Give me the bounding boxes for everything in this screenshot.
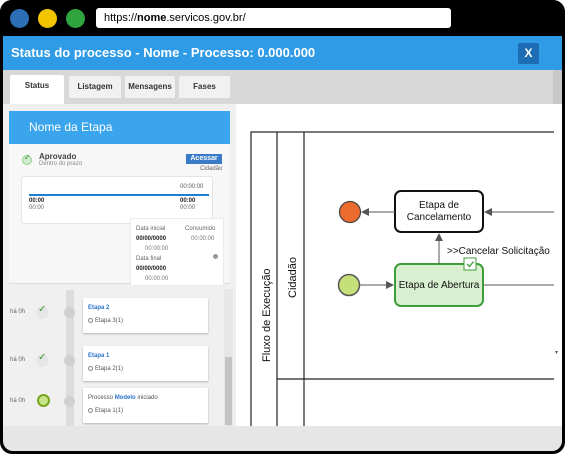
history-title-prefix: Processo <box>88 395 115 401</box>
browser-chrome: https://nome.servicos.gov.br/ <box>0 0 565 36</box>
history-list: há 0h Etapa 2 Etapa 3(1) há 0h Etapa 1 E… <box>3 286 236 426</box>
done-check-icon <box>36 352 49 367</box>
timeline-right-sub: 00:00 <box>180 205 196 211</box>
history-title-model: Modelo <box>114 395 136 401</box>
end-date-value: 00/00/0000 <box>136 266 167 272</box>
tabbar-scrollbar[interactable] <box>553 70 562 104</box>
timeline-box: 00:00:00 00:00 00:00 00:00 00:00 <box>21 176 213 224</box>
radio-icon <box>88 318 93 323</box>
tab-mensagens[interactable]: Mensagens <box>125 76 175 98</box>
modal-header: Status do processo - Nome - Processo: 0.… <box>3 36 562 70</box>
process-diagram: Fluxo de Execução Cidadão Etapa de Cance… <box>250 131 558 426</box>
history-title-suffix: iniciado <box>135 395 158 401</box>
task-cancel-line1: Etapa de <box>419 200 459 211</box>
url-domain: nome <box>137 12 167 24</box>
history-node <box>64 307 75 318</box>
pool-label: Fluxo de Execução <box>261 268 273 362</box>
window-maximize-dot[interactable] <box>66 9 85 28</box>
current-stage-icon <box>37 394 50 407</box>
history-time: há 0h <box>10 357 26 363</box>
status-detail: Dentro do prazo <box>39 161 83 167</box>
timeline-right-value: 00:00 <box>180 198 196 204</box>
tab-fases[interactable]: Fases <box>179 76 230 98</box>
radio-icon <box>88 366 93 371</box>
dates-box: Data inicial Consumido 00/00/0000 00:00:… <box>130 218 224 286</box>
page-viewport: Status do processo - Nome - Processo: 0.… <box>3 36 562 426</box>
end-event-icon <box>338 200 362 224</box>
start-event-icon <box>337 273 361 297</box>
diagram-scrollbar[interactable] <box>554 104 562 426</box>
history-time: há 0h <box>10 398 26 404</box>
history-node <box>64 355 75 366</box>
timeline-progress-bar <box>29 194 209 196</box>
history-sub: Etapa 2(1) <box>88 366 123 372</box>
history-node <box>64 396 75 407</box>
timeline-top-time: 00:00:00 <box>180 184 204 190</box>
history-scrollbar-thumb[interactable] <box>225 357 232 425</box>
lane-label: Cidadão <box>287 257 299 298</box>
scroll-down-icon[interactable]: ▾ <box>555 349 558 356</box>
history-sub-label: Etapa 2(1) <box>95 366 124 372</box>
timeline-knob[interactable] <box>213 254 218 259</box>
approved-check-icon <box>22 153 32 165</box>
window-close-dot[interactable] <box>10 9 29 28</box>
history-sub: Etapa 1(1) <box>88 408 123 414</box>
url-suffix: .servicos.gov.br/ <box>166 12 246 24</box>
history-title: Processo Modelo iniciado <box>88 395 158 401</box>
stage-panel: Nome da Etapa Aprovado Dentro do prazo A… <box>3 104 236 426</box>
browser-window: https://nome.servicos.gov.br/ Status do … <box>0 0 565 454</box>
history-sub-label: Etapa 1(1) <box>95 408 124 414</box>
history-time: há 0h <box>10 309 26 315</box>
modal-title: Status do processo - Nome - Processo: 0.… <box>11 45 316 60</box>
history-sub: Etapa 3(1) <box>88 318 123 324</box>
history-title: Etapa 1 <box>88 353 110 359</box>
window-minimize-dot[interactable] <box>38 9 57 28</box>
timeline-left-sub: 00:00 <box>29 205 45 211</box>
task-cancel-line2: Cancelamento <box>407 212 472 223</box>
url-prefix: https:// <box>104 12 138 24</box>
timeline-left-value: 00:00 <box>29 198 45 204</box>
done-check-icon <box>36 304 49 319</box>
consumed-label: Consumido <box>185 226 216 232</box>
diagram-panel: Fluxo de Execução Cidadão Etapa de Cance… <box>236 104 562 426</box>
start-date-value: 00/00/0000 <box>136 236 167 242</box>
task-open-label: Etapa de Abertura <box>399 280 480 291</box>
start-date-label: Data inicial <box>136 226 166 232</box>
history-title: Etapa 2 <box>88 305 110 311</box>
task-done-check-icon <box>463 257 477 271</box>
access-button[interactable]: Acessar <box>186 154 222 164</box>
start-time-value: 00:00:00 <box>145 246 169 252</box>
close-button[interactable]: X <box>518 43 539 64</box>
stage-card: Aprovado Dentro do prazo Acessar Cidadão… <box>9 144 230 286</box>
status-text: Aprovado <box>39 152 77 161</box>
history-item[interactable]: Etapa 2 Etapa 3(1) <box>83 298 208 333</box>
tab-listagem[interactable]: Listagem <box>69 76 121 98</box>
responsible-label: Cidadão <box>200 166 223 172</box>
tab-status[interactable]: Status <box>10 75 64 104</box>
tab-bar: Status Listagem Mensagens Fases <box>3 70 562 104</box>
radio-icon <box>88 408 93 413</box>
consumed-value: 00:00:00 <box>191 236 215 242</box>
history-item[interactable]: Etapa 1 Etapa 2(1) <box>83 346 208 381</box>
end-time-value: 00:00:00 <box>145 276 169 282</box>
address-bar[interactable]: https://nome.servicos.gov.br/ <box>96 8 451 28</box>
end-date-label: Data final <box>136 256 162 262</box>
stage-header: Nome da Etapa <box>9 111 230 144</box>
browser-bottom-bar <box>3 426 562 451</box>
flow-label: >>Cancelar Solicitação <box>447 246 550 257</box>
history-item[interactable]: Processo Modelo iniciado Etapa 1(1) <box>83 388 208 423</box>
history-sub-label: Etapa 3(1) <box>95 318 124 324</box>
stage-title: Nome da Etapa <box>29 120 113 134</box>
